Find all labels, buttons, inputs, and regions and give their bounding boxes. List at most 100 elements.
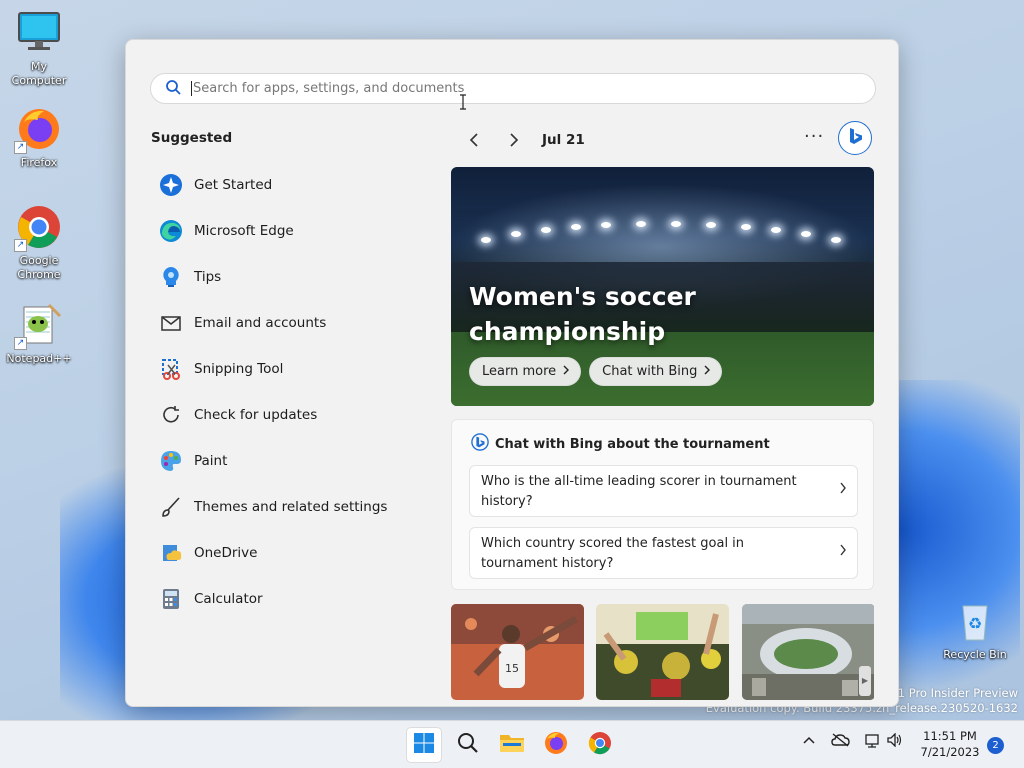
edge-icon xyxy=(158,218,184,244)
chat-with-bing-button[interactable]: Chat with Bing xyxy=(589,357,723,386)
onedrive-offline-icon[interactable] xyxy=(831,733,851,751)
question-text: Who is the all-time leading scorer in to… xyxy=(481,474,797,509)
notepad-plus-plus-icon: ↗ xyxy=(14,302,62,350)
bing-icon xyxy=(471,433,489,455)
news-hero-card[interactable]: Women's soccer championship Learn more C… xyxy=(451,167,874,406)
question-text: Which country scored the fastest goal in… xyxy=(481,536,745,571)
taskbar-chrome[interactable] xyxy=(582,727,618,763)
app-themes-and-related-settings[interactable]: Themes and related settings xyxy=(158,484,428,530)
app-tips[interactable]: Tips xyxy=(158,254,428,300)
bing-chat-title: Chat with Bing about the tournament xyxy=(495,436,770,452)
app-label: Microsoft Edge xyxy=(194,223,294,239)
hero-title: Women's soccer championship xyxy=(469,282,696,346)
chrome-icon xyxy=(588,731,612,759)
app-label: Paint xyxy=(194,453,228,469)
chevron-right-icon xyxy=(562,364,570,379)
app-check-for-updates[interactable]: Check for updates xyxy=(158,392,428,438)
desktop-icon-my-computer[interactable]: My Computer xyxy=(2,10,76,88)
mail-icon xyxy=(158,310,184,336)
app-label: Tips xyxy=(194,269,222,285)
suggested-app-list: Get Started Microsoft Edge Tips Email an… xyxy=(158,162,428,622)
desktop-icon-notepad-plus-plus[interactable]: ↗ Notepad++ xyxy=(2,302,76,366)
bing-chat-card: Chat with Bing about the tournament Who … xyxy=(451,419,874,590)
shortcut-arrow-icon: ↗ xyxy=(14,337,27,350)
app-email-and-accounts[interactable]: Email and accounts xyxy=(158,300,428,346)
app-get-started[interactable]: Get Started xyxy=(158,162,428,208)
brush-icon xyxy=(158,494,184,520)
shortcut-arrow-icon: ↗ xyxy=(14,239,27,252)
tips-icon xyxy=(158,264,184,290)
get-started-icon xyxy=(158,172,184,198)
snipping-tool-icon xyxy=(158,356,184,382)
next-arrow-icon[interactable] xyxy=(500,126,528,154)
start-menu: Suggested Get Started Microsoft Edge Tip… xyxy=(125,39,899,707)
taskbar: 11:51 PM 7/21/2023 2 xyxy=(0,720,1024,768)
chevron-right-icon xyxy=(839,480,847,500)
svg-text:15: 15 xyxy=(505,662,519,675)
taskbar-clock[interactable]: 11:51 PM 7/21/2023 xyxy=(912,728,988,760)
text-cursor-icon xyxy=(459,94,467,114)
desktop-icon-chrome[interactable]: ↗ Google Chrome xyxy=(2,204,76,282)
app-paint[interactable]: Paint xyxy=(158,438,428,484)
shortcut-arrow-icon: ↗ xyxy=(14,141,27,154)
news-navigation: Jul 21 ··· xyxy=(460,121,876,155)
notification-badge[interactable]: 2 xyxy=(987,737,1004,754)
start-button[interactable] xyxy=(406,727,442,763)
clock-date: 7/21/2023 xyxy=(920,745,980,759)
search-icon xyxy=(165,79,181,99)
bing-question-1[interactable]: Who is the all-time leading scorer in to… xyxy=(469,465,858,517)
news-thumbnail-fans[interactable] xyxy=(596,604,729,700)
previous-arrow-icon[interactable] xyxy=(460,126,488,154)
show-hidden-icons-chevron-icon[interactable] xyxy=(803,733,815,749)
suggested-heading: Suggested xyxy=(151,130,233,146)
news-thumbnail-player[interactable]: 15 xyxy=(451,604,584,700)
refresh-icon xyxy=(158,402,184,428)
thumbnail-scroll-right-button[interactable]: ▶ xyxy=(859,666,871,696)
chevron-right-icon xyxy=(839,542,847,562)
start-search-box[interactable] xyxy=(150,73,876,104)
search-icon xyxy=(457,732,479,758)
bing-button[interactable] xyxy=(838,121,872,155)
desktop-icon-label: Notepad++ xyxy=(6,352,72,365)
learn-more-label: Learn more xyxy=(482,364,557,379)
hero-buttons: Learn more Chat with Bing xyxy=(469,357,723,386)
bing-icon xyxy=(845,126,865,150)
taskbar-file-explorer[interactable] xyxy=(494,727,530,763)
desktop-icon-label: Firefox xyxy=(20,156,58,169)
learn-more-button[interactable]: Learn more xyxy=(469,357,582,386)
app-snipping-tool[interactable]: Snipping Tool xyxy=(158,346,428,392)
onedrive-icon xyxy=(158,540,184,566)
svg-text:♻: ♻ xyxy=(968,614,982,633)
app-microsoft-edge[interactable]: Microsoft Edge xyxy=(158,208,428,254)
more-options-button[interactable]: ··· xyxy=(804,126,824,147)
app-onedrive[interactable]: OneDrive xyxy=(158,530,428,576)
paint-icon xyxy=(158,448,184,474)
app-calculator[interactable]: Calculator xyxy=(158,576,428,622)
chat-with-bing-label: Chat with Bing xyxy=(602,364,698,379)
desktop-icon-label: Recycle Bin xyxy=(943,648,1007,661)
app-label: Email and accounts xyxy=(194,315,327,331)
app-label: Calculator xyxy=(194,591,263,607)
app-label: Themes and related settings xyxy=(194,499,388,515)
volume-icon[interactable] xyxy=(887,732,903,751)
taskbar-firefox[interactable] xyxy=(538,727,574,763)
firefox-icon: ↗ xyxy=(14,106,62,154)
bing-question-2[interactable]: Which country scored the fastest goal in… xyxy=(469,527,858,579)
news-date: Jul 21 xyxy=(542,132,585,148)
windows-logo-icon xyxy=(413,732,435,758)
desktop-icon-firefox[interactable]: ↗ Firefox xyxy=(2,106,76,170)
folder-icon xyxy=(499,732,525,758)
news-thumbnail-stadium[interactable] xyxy=(742,604,875,700)
desktop-icon-label: Google Chrome xyxy=(17,254,61,281)
search-input[interactable] xyxy=(191,81,831,96)
desktop-icon-label: My Computer xyxy=(11,60,67,87)
clock-time: 11:51 PM xyxy=(923,729,977,743)
calculator-icon xyxy=(158,586,184,612)
app-label: Check for updates xyxy=(194,407,318,423)
app-label: OneDrive xyxy=(194,545,258,561)
recycle-bin-icon: ♻ xyxy=(952,598,998,644)
desktop-icon-recycle-bin[interactable]: ♻ Recycle Bin xyxy=(938,598,1012,662)
taskbar-search-button[interactable] xyxy=(450,727,486,763)
network-icon[interactable] xyxy=(863,733,881,753)
app-label: Get Started xyxy=(194,177,273,193)
